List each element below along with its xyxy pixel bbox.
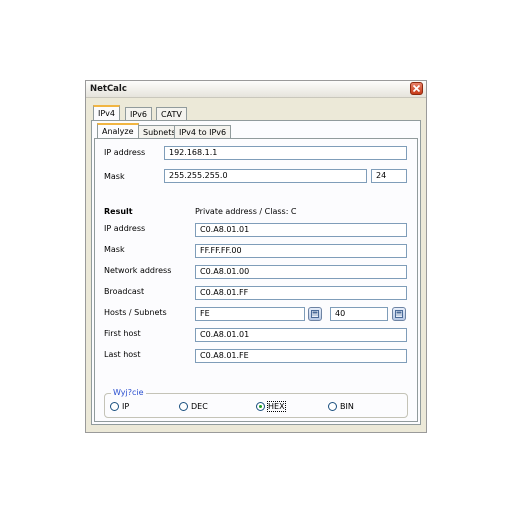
window-title: NetCalc bbox=[90, 84, 127, 94]
radio-bin[interactable] bbox=[328, 402, 337, 411]
tab-analyze[interactable]: Analyze bbox=[97, 123, 139, 139]
radio-hex-label[interactable]: HEX bbox=[267, 401, 286, 412]
mask-input[interactable]: 255.255.255.0 bbox=[164, 169, 367, 183]
result-ip-label: IP address bbox=[104, 224, 146, 233]
tab-ipv4-to-ipv6[interactable]: IPv4 to IPv6 bbox=[174, 125, 232, 139]
result-mask-label: Mask bbox=[104, 245, 125, 254]
ipv4-tab-panel: Analyze Subnets IPv4 to IPv6 IP address … bbox=[91, 120, 421, 425]
first-host-label: First host bbox=[104, 329, 141, 338]
calculator-icon bbox=[311, 310, 319, 318]
mask-label: Mask bbox=[104, 172, 125, 181]
radio-dec-label[interactable]: DEC bbox=[191, 402, 208, 411]
netcalc-window: NetCalc IPv4 IPv6 CATV Analyze Subnets I… bbox=[85, 80, 427, 433]
radio-hex[interactable] bbox=[256, 402, 265, 411]
broadcast-label: Broadcast bbox=[104, 287, 145, 296]
last-host-field[interactable]: C0.A8.01.FE bbox=[195, 349, 407, 363]
first-host-field[interactable]: C0.A8.01.01 bbox=[195, 328, 407, 342]
close-button[interactable] bbox=[410, 82, 423, 95]
analyze-panel: IP address 192.168.1.1 Mask 255.255.255.… bbox=[94, 138, 418, 422]
mask-bits-input[interactable]: 24 bbox=[371, 169, 407, 183]
subnets-field[interactable]: 40 bbox=[330, 307, 388, 321]
network-address-field[interactable]: C0.A8.01.00 bbox=[195, 265, 407, 279]
hosts-field[interactable]: FE bbox=[195, 307, 305, 321]
broadcast-field[interactable]: C0.A8.01.FF bbox=[195, 286, 407, 300]
radio-ip-label[interactable]: IP bbox=[122, 402, 129, 411]
hosts-calc-button[interactable] bbox=[308, 307, 322, 321]
radio-selected-dot bbox=[259, 405, 262, 408]
tab-ipv4[interactable]: IPv4 bbox=[93, 105, 121, 121]
last-host-label: Last host bbox=[104, 350, 141, 359]
subnets-calc-button[interactable] bbox=[392, 307, 406, 321]
calculator-icon bbox=[395, 310, 403, 318]
ip-address-label: IP address bbox=[104, 148, 146, 157]
close-icon bbox=[412, 84, 421, 93]
address-class-info: Private address / Class: C bbox=[195, 207, 297, 216]
result-ip-field[interactable]: C0.A8.01.01 bbox=[195, 223, 407, 237]
hosts-subnets-label: Hosts / Subnets bbox=[104, 308, 167, 317]
result-heading: Result bbox=[104, 207, 133, 216]
title-bar[interactable]: NetCalc bbox=[86, 81, 426, 98]
tab-ipv6[interactable]: IPv6 bbox=[125, 107, 153, 121]
radio-dec[interactable] bbox=[179, 402, 188, 411]
network-address-label: Network address bbox=[104, 266, 172, 275]
result-mask-field[interactable]: FF.FF.FF.00 bbox=[195, 244, 407, 258]
radio-ip[interactable] bbox=[110, 402, 119, 411]
radio-bin-label[interactable]: BIN bbox=[340, 402, 354, 411]
tab-catv[interactable]: CATV bbox=[156, 107, 187, 121]
output-group-title: Wyj?cie bbox=[111, 388, 146, 397]
output-format-group: Wyj?cie IP DEC HEX BIN bbox=[104, 388, 408, 418]
ip-address-input[interactable]: 192.168.1.1 bbox=[164, 146, 407, 160]
